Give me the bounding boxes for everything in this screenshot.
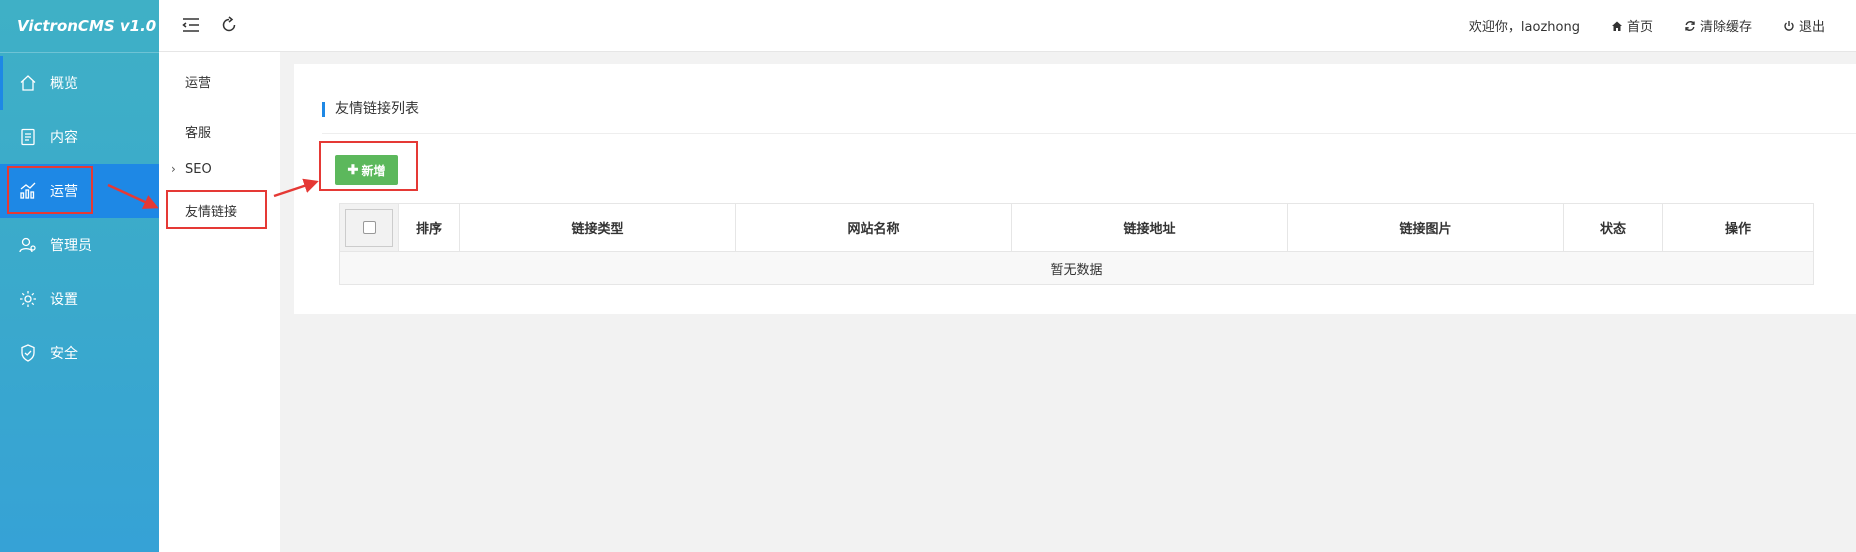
logout-label: 退出: [1798, 20, 1825, 35]
friend-links-card: 友情链接列表 ✚ 新增 排序 链接类型 网站名称 链接地址 链接图片 状态 操作: [294, 64, 1856, 314]
refresh-icon[interactable]: [219, 15, 239, 35]
clear-cache-label: 清除缓存: [1699, 20, 1752, 35]
sidebar-item-label: 内容: [50, 130, 78, 146]
select-all-checkbox[interactable]: [362, 221, 376, 234]
sidebar-nav: 概览 内容 运营 管理员 设置 安全: [0, 56, 159, 380]
table-row: 暂无数据: [339, 251, 1814, 285]
top-header: 欢迎你，laozhong 首页 清除缓存 退出: [159, 0, 1856, 52]
power-icon: [1784, 20, 1794, 31]
select-all-wrapper: [345, 208, 393, 247]
welcome-text: 欢迎你，laozhong: [1468, 20, 1580, 35]
sidebar: VictronCMS v1.0 概览 内容 运营 管理员 设置 安全: [0, 0, 159, 552]
column-header-order[interactable]: 排序: [398, 203, 460, 252]
sidebar-item-label: 管理员: [50, 238, 92, 254]
submenu-item-friend-links[interactable]: 友情链接: [185, 201, 237, 220]
sync-icon: [1685, 20, 1695, 31]
header-actions: 欢迎你，laozhong 首页 清除缓存 退出: [1469, 0, 1856, 51]
submenu-item-label: SEO: [185, 162, 212, 177]
sidebar-item-admins[interactable]: 管理员: [0, 218, 159, 272]
sidebar-item-operations[interactable]: 运营: [0, 164, 159, 218]
home-link-label: 首页: [1626, 20, 1653, 35]
column-header-link-image[interactable]: 链接图片: [1287, 203, 1564, 252]
column-header-status[interactable]: 状态: [1563, 203, 1663, 252]
column-header-link-url[interactable]: 链接地址: [1011, 203, 1288, 252]
home-small-icon: [1611, 21, 1622, 31]
column-header-site-name[interactable]: 网站名称: [735, 203, 1012, 252]
user-icon: [18, 235, 38, 255]
shield-icon: [18, 343, 38, 363]
submenu: 运营 客服 › SEO 友情链接: [159, 52, 280, 552]
plus-icon: ✚: [347, 162, 359, 177]
sidebar-item-settings[interactable]: 设置: [0, 272, 159, 326]
clear-cache-link[interactable]: 清除缓存: [1684, 16, 1752, 35]
chevron-right-icon: ›: [171, 162, 176, 176]
gear-icon: [18, 289, 38, 309]
page-title: 友情链接列表: [322, 102, 419, 117]
submenu-item-seo[interactable]: › SEO: [171, 162, 212, 177]
column-header-link-type[interactable]: 链接类型: [459, 203, 736, 252]
sidebar-item-label: 设置: [50, 292, 78, 308]
add-button-label: 新增: [361, 163, 386, 178]
column-header-actions[interactable]: 操作: [1662, 203, 1814, 252]
sidebar-item-label: 概览: [50, 76, 78, 92]
select-all-cell: [339, 203, 399, 252]
table-header-row: 排序 链接类型 网站名称 链接地址 链接图片 状态 操作: [339, 203, 1814, 252]
sidebar-item-security[interactable]: 安全: [0, 326, 159, 380]
document-icon: [18, 127, 38, 147]
add-button[interactable]: ✚ 新增: [335, 155, 398, 185]
brand-logo: VictronCMS v1.0: [0, 0, 159, 53]
sidebar-item-label: 安全: [50, 346, 78, 362]
highlight-box: [7, 166, 93, 214]
sidebar-item-overview[interactable]: 概览: [0, 56, 159, 110]
home-link[interactable]: 首页: [1611, 16, 1653, 35]
divider: [322, 133, 1856, 134]
submenu-item-operations[interactable]: 运营: [185, 72, 211, 91]
menu-collapse-icon[interactable]: [181, 15, 201, 35]
submenu-item-service[interactable]: 客服: [185, 122, 211, 141]
links-table: 排序 链接类型 网站名称 链接地址 链接图片 状态 操作 暂无数据: [339, 203, 1814, 285]
empty-table-message: 暂无数据: [339, 251, 1814, 285]
sidebar-item-content[interactable]: 内容: [0, 110, 159, 164]
logout-link[interactable]: 退出: [1783, 16, 1825, 35]
home-icon: [18, 73, 38, 93]
